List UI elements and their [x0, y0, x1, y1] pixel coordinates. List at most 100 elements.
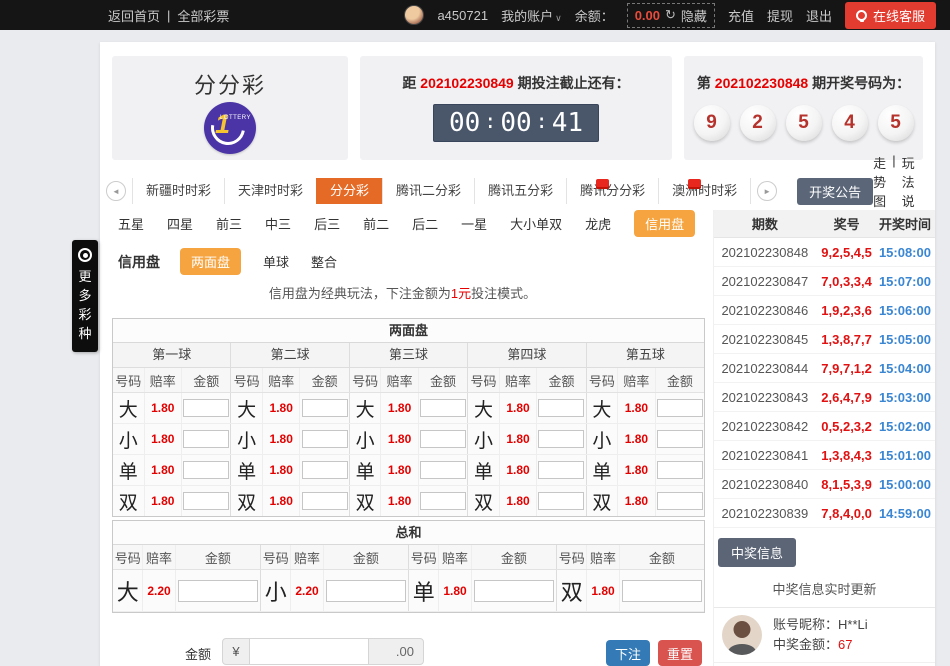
my-account-menu[interactable]: 我的账户∨ [501, 6, 562, 25]
result-panel: 第 202102230848 期开奖号码为： 92545 [684, 56, 923, 160]
option-双[interactable]: 双 [231, 486, 262, 516]
subtab-大小单双[interactable]: 大小单双 [510, 214, 562, 233]
col-header: 赔率 [144, 368, 182, 392]
subtab-五星[interactable]: 五星 [118, 214, 144, 233]
sum-option-双[interactable]: 双 [557, 570, 586, 611]
all-lottery-link[interactable]: 全部彩票 [177, 6, 229, 25]
option-小[interactable]: 小 [468, 424, 499, 454]
tab-新疆时时彩[interactable]: 新疆时时彩 [132, 178, 224, 204]
bet-amount-input[interactable] [538, 461, 584, 479]
sum-option-小[interactable]: 小 [261, 570, 290, 611]
tab-澳洲时时彩[interactable]: 澳洲时时彩 [658, 178, 750, 204]
sum-option-大[interactable]: 大 [113, 570, 142, 611]
bet-amount-input[interactable] [302, 399, 348, 417]
bet-amount-input[interactable] [657, 492, 703, 510]
bet-amount-input[interactable] [420, 430, 466, 448]
sub-header-row: 号码赔率金额号码赔率金额号码赔率金额号码赔率金额号码赔率金额 [113, 368, 704, 393]
subtab-信用盘[interactable]: 信用盘 [634, 210, 695, 237]
chevron-down-icon: ∨ [555, 13, 562, 23]
option-单[interactable]: 单 [587, 455, 618, 485]
bet-amount-input[interactable] [538, 492, 584, 510]
option-单[interactable]: 单 [350, 455, 381, 485]
bet-amount-input[interactable] [420, 461, 466, 479]
col-header: 号码 [113, 368, 144, 392]
sum-amount-input[interactable] [178, 580, 258, 602]
reset-button[interactable]: 重置 [658, 640, 702, 666]
refresh-icon[interactable]: ↻ [665, 7, 676, 23]
option-双[interactable]: 双 [113, 486, 144, 516]
bet-amount-input[interactable] [302, 492, 348, 510]
total-amount-input[interactable] [250, 638, 368, 665]
bet-amount-input[interactable] [657, 461, 703, 479]
history-numbers: 9,2,5,4,5 [816, 245, 878, 260]
option-大[interactable]: 大 [231, 393, 262, 423]
subtab-前二[interactable]: 前二 [363, 214, 389, 233]
bet-amount-input[interactable] [657, 399, 703, 417]
option-大[interactable]: 大 [468, 393, 499, 423]
winner-info-button[interactable]: 中奖信息 [718, 538, 796, 567]
online-service-button[interactable]: 在线客服 [845, 2, 936, 29]
withdraw-link[interactable]: 提现 [767, 6, 793, 25]
option-双[interactable]: 双 [468, 486, 499, 516]
subtab-中三[interactable]: 中三 [265, 214, 291, 233]
subtab-四星[interactable]: 四星 [167, 214, 193, 233]
option-大[interactable]: 大 [350, 393, 381, 423]
tabs-scroll-left-icon[interactable]: ◄ [106, 181, 126, 201]
history-time: 15:02:00 [878, 419, 935, 434]
bet-amount-input[interactable] [420, 399, 466, 417]
bet-amount-input[interactable] [538, 399, 584, 417]
sum-amount-input[interactable] [622, 580, 702, 602]
mode-单球[interactable]: 单球 [263, 252, 289, 271]
option-小[interactable]: 小 [231, 424, 262, 454]
history-issue: 202102230844 [714, 361, 816, 376]
bet-row: 双1.80双1.80双1.80双1.80双1.80 [113, 486, 704, 516]
option-小[interactable]: 小 [587, 424, 618, 454]
sum-amount-input[interactable] [474, 580, 554, 602]
bet-amount-input[interactable] [183, 430, 229, 448]
bet-amount-input[interactable] [657, 430, 703, 448]
mode-两面盘[interactable]: 两面盘 [180, 248, 241, 275]
option-大[interactable]: 大 [113, 393, 144, 423]
bet-amount-input[interactable] [183, 461, 229, 479]
bet-amount-input[interactable] [538, 430, 584, 448]
subtab-一星[interactable]: 一星 [461, 214, 487, 233]
subtab-龙虎[interactable]: 龙虎 [585, 214, 611, 233]
option-大[interactable]: 大 [587, 393, 618, 423]
option-双[interactable]: 双 [587, 486, 618, 516]
bet-amount-input[interactable] [420, 492, 466, 510]
tab-腾讯五分彩[interactable]: 腾讯五分彩 [474, 178, 566, 204]
sum-option-单[interactable]: 单 [409, 570, 438, 611]
bet-button[interactable]: 下注 [606, 640, 650, 666]
more-lottery-tab[interactable]: 更多彩种 [72, 240, 98, 352]
option-单[interactable]: 单 [468, 455, 499, 485]
mode-整合[interactable]: 整合 [311, 252, 337, 271]
bet-row: 大1.80大1.80大1.80大1.80大1.80 [113, 393, 704, 424]
home-link[interactable]: 返回首页 [108, 6, 160, 25]
tabs-scroll-right-icon[interactable]: ► [757, 181, 777, 201]
lottery-tabs: 新疆时时彩天津时时彩分分彩腾讯二分彩腾讯五分彩腾讯分分彩澳洲时时彩 [132, 178, 751, 204]
logout-link[interactable]: 退出 [806, 6, 832, 25]
odds-value: 1.80 [380, 486, 418, 516]
bet-amount-input[interactable] [302, 430, 348, 448]
subtab-后三[interactable]: 后三 [314, 214, 340, 233]
option-单[interactable]: 单 [113, 455, 144, 485]
bet-amount-input[interactable] [183, 399, 229, 417]
draw-announcement-button[interactable]: 开奖公告 [797, 178, 873, 205]
bet-amount-input[interactable] [302, 461, 348, 479]
option-小[interactable]: 小 [113, 424, 144, 454]
option-小[interactable]: 小 [350, 424, 381, 454]
option-双[interactable]: 双 [350, 486, 381, 516]
option-单[interactable]: 单 [231, 455, 262, 485]
recharge-link[interactable]: 充值 [728, 6, 754, 25]
subtab-后二[interactable]: 后二 [412, 214, 438, 233]
tab-腾讯二分彩[interactable]: 腾讯二分彩 [382, 178, 474, 204]
tab-腾讯分分彩[interactable]: 腾讯分分彩 [566, 178, 658, 204]
tab-天津时时彩[interactable]: 天津时时彩 [224, 178, 316, 204]
bet-amount-input[interactable] [183, 492, 229, 510]
tab-分分彩[interactable]: 分分彩 [316, 178, 382, 204]
balance-box: 0.00 ↻ 隐藏 [627, 3, 715, 28]
sum-amount-input[interactable] [326, 580, 406, 602]
subtab-前三[interactable]: 前三 [216, 214, 242, 233]
hide-balance-button[interactable]: 隐藏 [681, 6, 707, 25]
history-numbers: 1,3,8,4,3 [816, 448, 878, 463]
